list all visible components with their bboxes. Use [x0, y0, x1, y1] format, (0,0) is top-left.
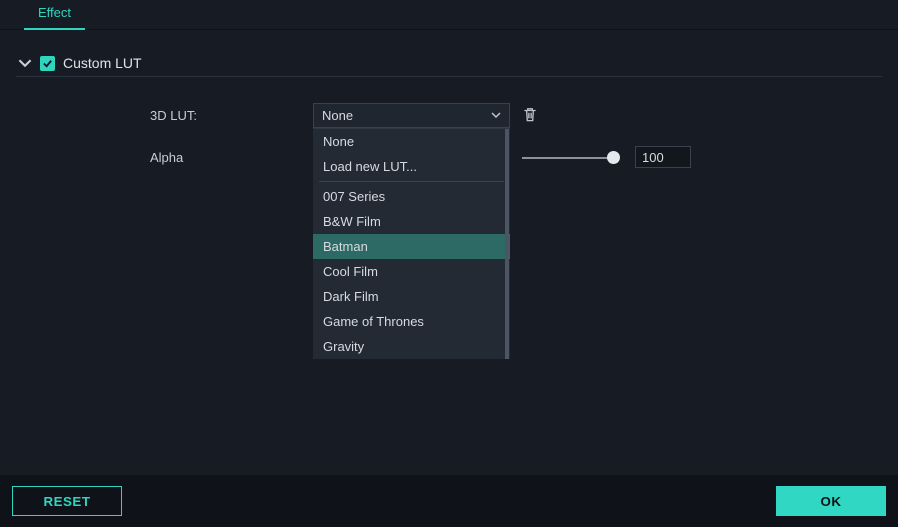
lut-select-value: None — [322, 108, 491, 123]
tab-effect[interactable]: Effect — [24, 0, 85, 30]
alpha-input[interactable] — [635, 146, 691, 168]
dropdown-item[interactable]: Game of Thrones — [313, 309, 510, 334]
chevron-down-icon[interactable] — [18, 56, 32, 70]
section-title: Custom LUT — [63, 55, 142, 71]
lut-select[interactable]: None — [313, 103, 510, 128]
footer: RESET OK — [0, 475, 898, 527]
trash-icon[interactable] — [521, 106, 539, 124]
dropdown-item[interactable]: Gravity — [313, 334, 510, 359]
custom-lut-checkbox[interactable] — [40, 56, 55, 71]
effect-panel: Effect Custom LUT 3D LUT: Alpha None Non… — [0, 0, 898, 527]
dropdown-item[interactable]: None — [313, 129, 510, 154]
chevron-down-icon — [491, 108, 501, 123]
dropdown-item[interactable]: 007 Series — [313, 184, 510, 209]
dropdown-item[interactable]: Batman — [313, 234, 510, 259]
dropdown-separator — [319, 181, 504, 182]
section-divider — [16, 76, 882, 77]
dropdown-item[interactable]: Load new LUT... — [313, 154, 510, 179]
section-header: Custom LUT — [18, 50, 880, 76]
alpha-slider-track[interactable] — [522, 157, 618, 159]
label-3dlut: 3D LUT: — [150, 108, 197, 123]
alpha-slider-thumb[interactable] — [607, 151, 620, 164]
ok-button[interactable]: OK — [776, 486, 886, 516]
lut-dropdown: NoneLoad new LUT... 007 SeriesB&W FilmBat… — [313, 128, 510, 359]
dropdown-item[interactable]: Cool Film — [313, 259, 510, 284]
tab-bar: Effect — [0, 0, 898, 30]
dropdown-item[interactable]: B&W Film — [313, 209, 510, 234]
dropdown-item[interactable]: Dark Film — [313, 284, 510, 309]
reset-button[interactable]: RESET — [12, 486, 122, 516]
label-alpha: Alpha — [150, 150, 183, 165]
